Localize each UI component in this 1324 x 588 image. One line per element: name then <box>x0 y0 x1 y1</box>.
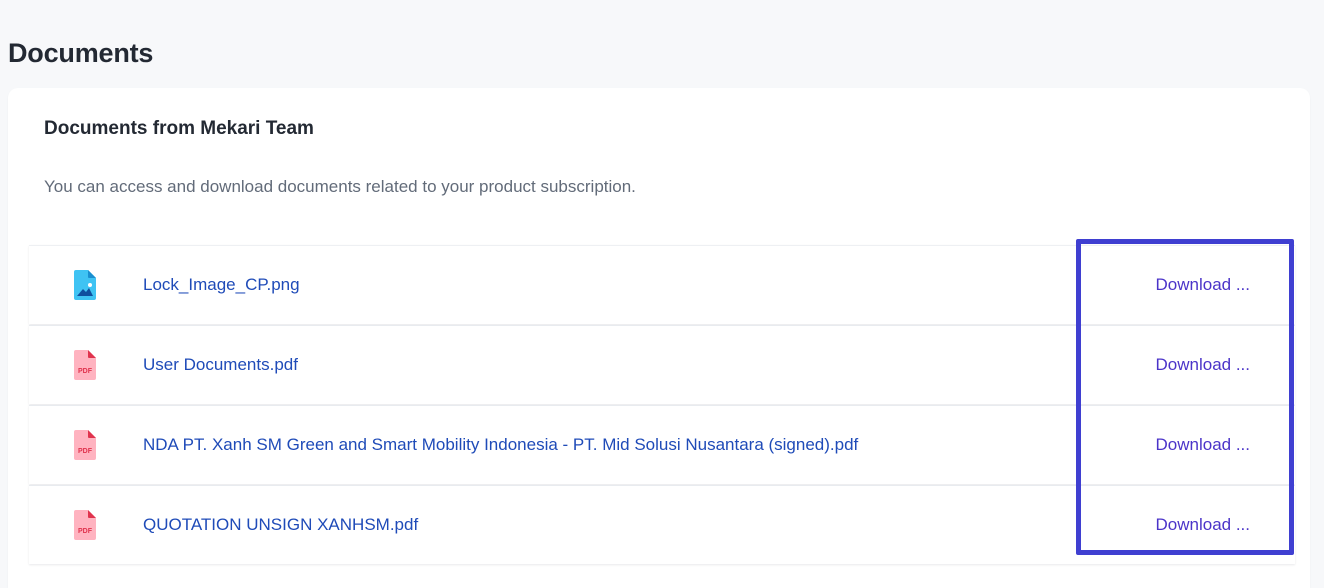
image-file-icon <box>74 270 96 300</box>
download-button[interactable]: Download ... <box>1156 355 1251 375</box>
list-item: PDF NDA PT. Xanh SM Green and Smart Mobi… <box>29 405 1295 484</box>
download-button[interactable]: Download ... <box>1156 275 1251 295</box>
svg-text:PDF: PDF <box>78 528 93 535</box>
list-item: Lock_Image_CP.png Download ... <box>29 245 1295 324</box>
download-button[interactable]: Download ... <box>1156 435 1251 455</box>
documents-card: Documents from Mekari Team You can acces… <box>8 88 1310 588</box>
page-title: Documents <box>8 38 154 68</box>
pdf-file-icon: PDF <box>74 350 96 380</box>
pdf-file-icon: PDF <box>74 510 96 540</box>
document-list: Lock_Image_CP.png Download ... PDF User … <box>29 245 1295 565</box>
download-button[interactable]: Download ... <box>1156 515 1251 535</box>
file-name-link[interactable]: NDA PT. Xanh SM Green and Smart Mobility… <box>143 434 858 456</box>
svg-text:PDF: PDF <box>78 448 93 455</box>
svg-text:PDF: PDF <box>78 368 93 375</box>
file-name-link[interactable]: QUOTATION UNSIGN XANHSM.pdf <box>143 514 418 536</box>
pdf-file-icon: PDF <box>74 430 96 460</box>
card-title: Documents from Mekari Team <box>44 118 314 139</box>
list-item: PDF QUOTATION UNSIGN XANHSM.pdf Download… <box>29 485 1295 564</box>
card-description: You can access and download documents re… <box>44 177 636 196</box>
file-name-link[interactable]: User Documents.pdf <box>143 354 298 376</box>
file-name-link[interactable]: Lock_Image_CP.png <box>143 274 300 296</box>
list-item: PDF User Documents.pdf Download ... <box>29 325 1295 404</box>
